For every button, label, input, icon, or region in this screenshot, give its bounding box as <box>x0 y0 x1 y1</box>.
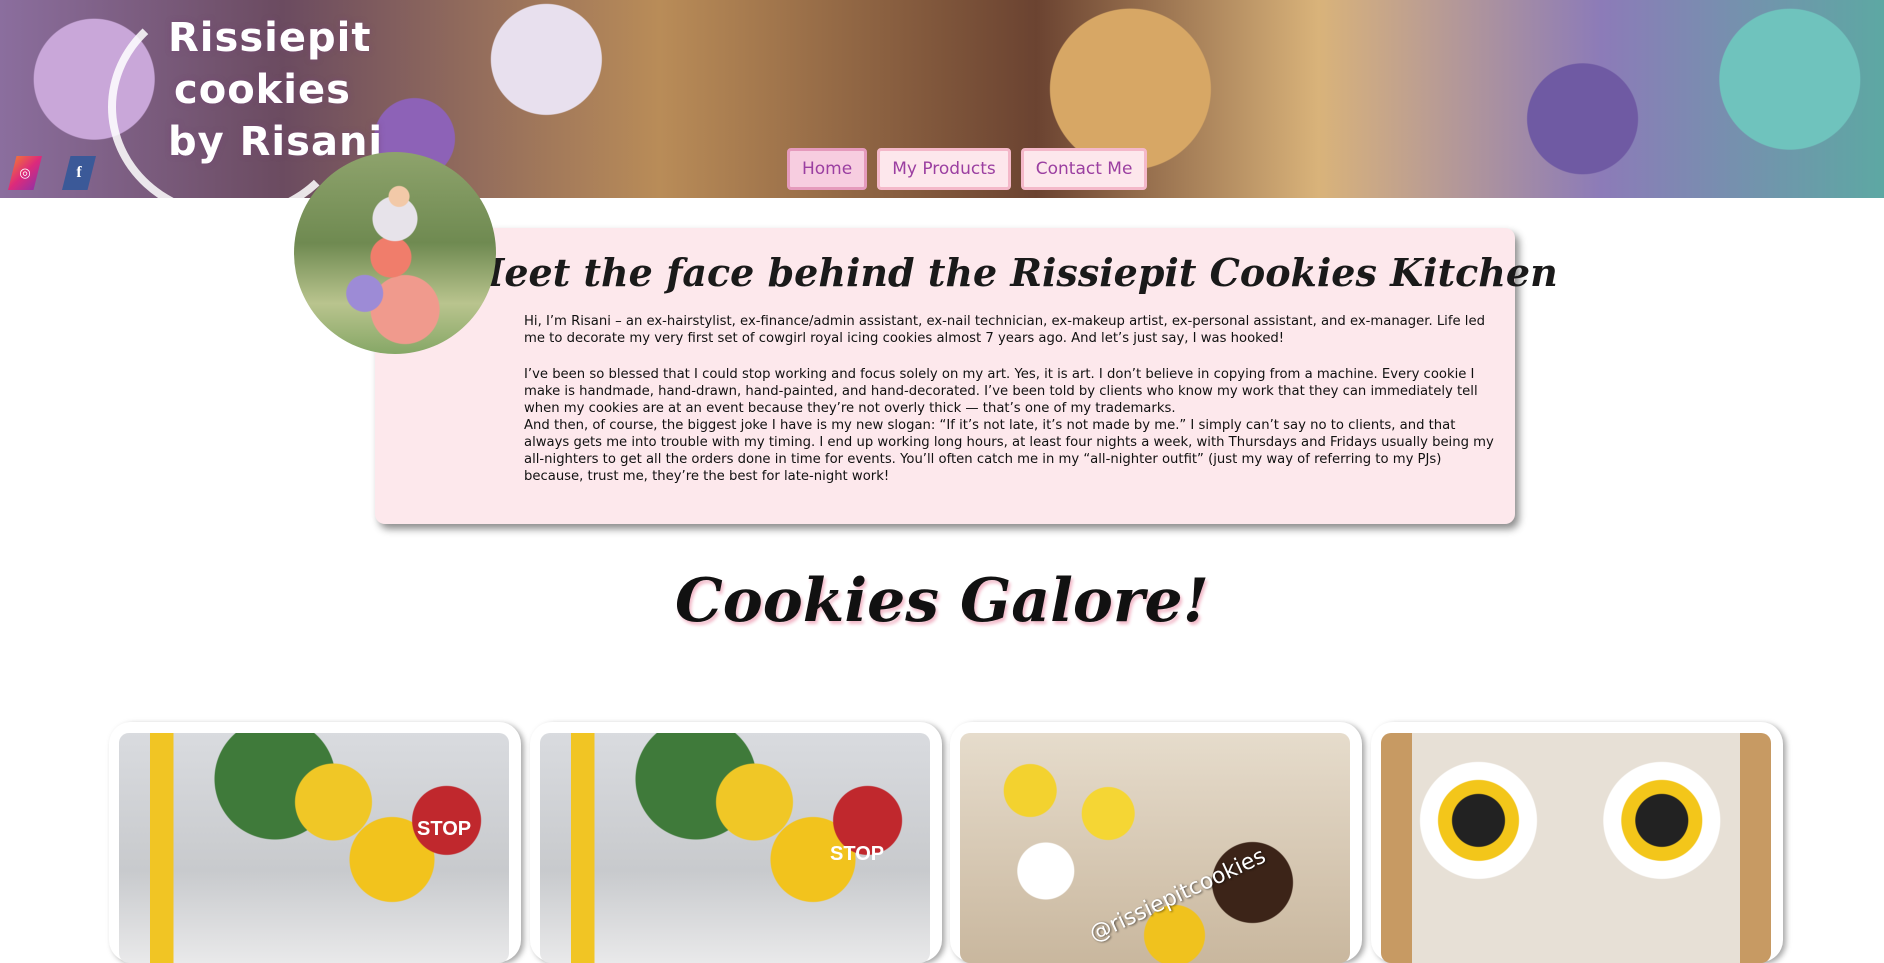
facebook-glyph: f <box>76 164 82 181</box>
stop-sign-text: STOP <box>830 843 885 865</box>
gallery-card[interactable]: STOP <box>530 722 942 963</box>
gallery-image[interactable]: STOP <box>540 733 930 963</box>
about-paragraph-1: Hi, I’m Risani – an ex-hairstylist, ex-f… <box>524 314 1485 346</box>
gallery-image[interactable] <box>1381 733 1771 963</box>
gallery-card[interactable]: @rissiepitcookies <box>950 722 1362 963</box>
about-paragraph-2: I’ve been so blessed that I could stop w… <box>524 367 1478 416</box>
brand-logo[interactable]: Rissiepit cookies by Risani <box>168 12 383 168</box>
image-watermark: @rissiepitcookies <box>1085 843 1270 948</box>
nav-my-products[interactable]: My Products <box>877 148 1011 190</box>
about-title: Meet the face behind the Rissiepit Cooki… <box>462 250 1558 295</box>
logo-line-2: cookies <box>174 67 351 113</box>
product-gallery: STOP STOP @rissiepitcookies <box>109 722 1783 963</box>
instagram-icon[interactable]: ◎ <box>8 156 42 190</box>
about-body: Hi, I’m Risani – an ex-hairstylist, ex-f… <box>524 313 1496 485</box>
stop-sign-text: STOP <box>417 818 472 840</box>
nav-contact-me[interactable]: Contact Me <box>1020 148 1148 190</box>
facebook-icon[interactable]: f <box>62 156 96 190</box>
nav-home[interactable]: Home <box>787 148 868 190</box>
logo-line-3: by Risani <box>168 119 384 165</box>
instagram-glyph: ◎ <box>19 165 31 181</box>
profile-avatar <box>294 152 496 354</box>
header-banner: Rissiepit cookies by Risani ◎ f Home My … <box>0 0 1884 198</box>
logo-line-1: Rissiepit <box>168 15 372 61</box>
gallery-image[interactable]: STOP <box>119 733 509 963</box>
gallery-card[interactable]: STOP <box>109 722 521 963</box>
main-nav: Home My Products Contact Me <box>787 148 1148 190</box>
gallery-card[interactable] <box>1371 722 1783 963</box>
about-paragraph-3: And then, of course, the biggest joke I … <box>524 418 1494 484</box>
gallery-image[interactable]: @rissiepitcookies <box>960 733 1350 963</box>
gallery-title: Cookies Galore! <box>674 566 1210 636</box>
